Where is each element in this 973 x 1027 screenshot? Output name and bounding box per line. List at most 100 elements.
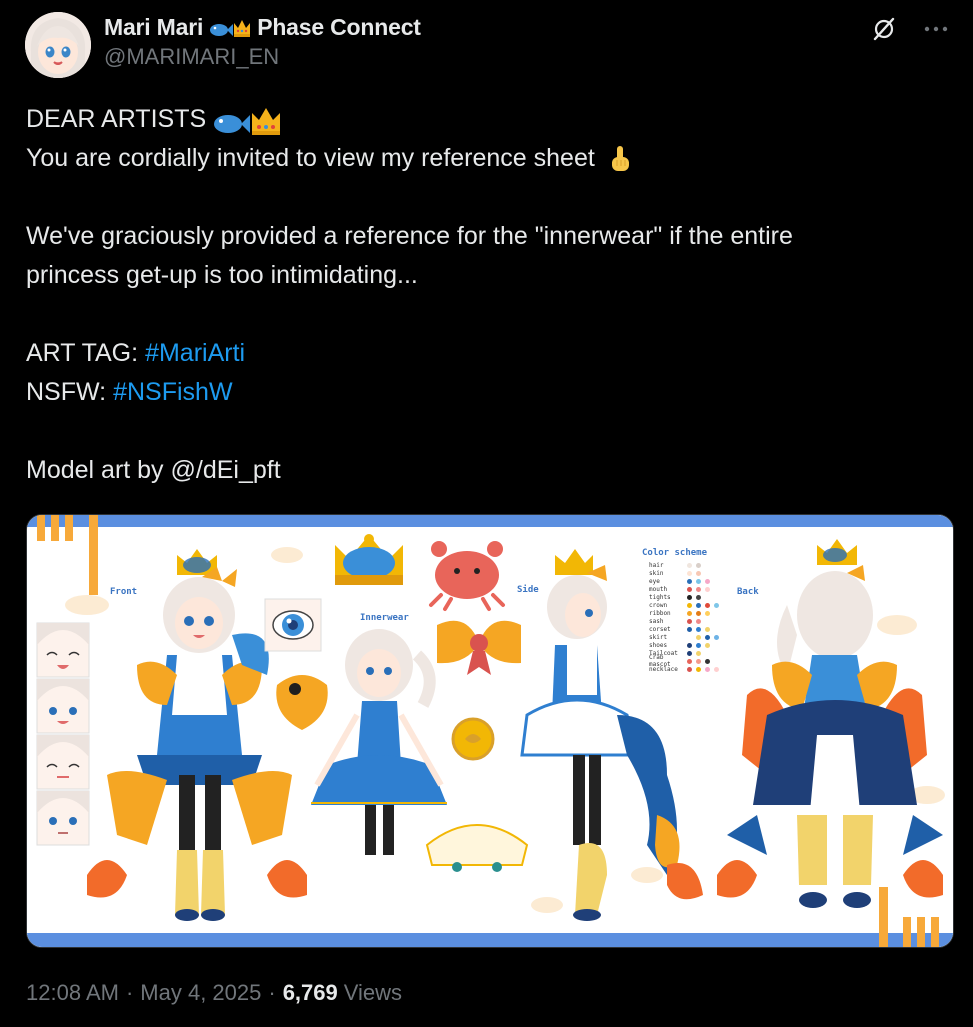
palette-swatch [687, 610, 692, 616]
palette-swatch [687, 562, 692, 568]
palette-name: sash [649, 617, 664, 625]
headline-text: DEAR ARTISTS [26, 105, 207, 133]
palette-swatch [687, 586, 692, 592]
palette-swatch [687, 578, 692, 584]
tweet-meta: 12:08 AM · May 4, 2025 · 6,769 Views [26, 980, 402, 1006]
palette-swatch [687, 658, 692, 664]
palette-row: Crab mascot [649, 654, 719, 668]
invite-text: You are cordially invited to view my ref… [26, 144, 595, 172]
palette-swatch [705, 602, 710, 608]
palette-name: eye [649, 577, 660, 585]
media-image[interactable]: Front Innerwear Side Back Color scheme h… [26, 514, 954, 948]
palette-swatch [705, 578, 710, 584]
text-line-2: You are cordially invited to view my ref… [26, 139, 946, 178]
side-label: Side [517, 585, 539, 595]
palette-swatch [696, 618, 701, 624]
views-label: Views [343, 980, 403, 1005]
palette-swatch [705, 642, 710, 648]
palette-row: eye [649, 577, 719, 585]
palette-swatch [696, 626, 701, 632]
palette-name: shoes [649, 641, 668, 649]
palette-swatch [705, 634, 710, 640]
more-options-icon[interactable] [921, 14, 951, 44]
author-info: Mari Mari Phase Connect @MARIMARI_EN [104, 12, 421, 70]
tweet-card: Mari Mari Phase Connect @MARIMARI_EN DEA… [0, 0, 973, 1027]
art-tag-label: ART TAG: [26, 339, 139, 367]
avatar-image [25, 12, 91, 78]
palette-swatch [687, 634, 692, 640]
nsfw-label: NSFW: [26, 378, 107, 406]
grok-icon[interactable] [869, 14, 899, 44]
palette-swatch [696, 602, 701, 608]
palette-swatch [696, 658, 701, 664]
palette-row: hair [649, 561, 719, 569]
front-label: Front [110, 587, 138, 597]
back-label: Back [737, 587, 759, 597]
text-line-4: princess get-up is too intimidating... [26, 256, 946, 295]
palette-swatch [687, 594, 692, 600]
timestamp-date[interactable]: May 4, 2025 [140, 980, 261, 1006]
credit-line: Model art by @/dEi_pft [26, 451, 946, 490]
timestamp-time[interactable]: 12:08 AM [26, 980, 119, 1006]
palette-row: corset [649, 625, 719, 633]
palette-name: skirt [649, 633, 668, 641]
palette-row: skirt [649, 633, 719, 641]
palette-swatch [696, 570, 701, 576]
palette-swatch [705, 626, 710, 632]
palette-swatch [696, 610, 701, 616]
palette-swatch [687, 666, 692, 672]
palette-swatch [696, 642, 701, 648]
art-tag-hashtag[interactable]: #MariArti [145, 334, 245, 373]
display-name[interactable]: Mari Mari [104, 14, 203, 41]
palette-swatch [687, 570, 692, 576]
palette-name: skin [649, 569, 664, 577]
palette-name: mouth [649, 585, 668, 593]
org-name[interactable]: Phase Connect [257, 14, 421, 41]
palette-swatch [687, 626, 692, 632]
fish-crown-emoji-icon [210, 103, 284, 137]
palette-swatch [705, 650, 710, 656]
model-art-credit: Model art by @/dEi_pft [26, 456, 281, 484]
palette-swatch [696, 594, 701, 600]
palette-row: shoes [649, 641, 719, 649]
tweet-text: DEAR ARTISTS You are cordially invited t… [26, 100, 946, 490]
palette-row: crown [649, 601, 719, 609]
palette-name: tights [649, 593, 671, 601]
color-scheme-palette: hair skin eye mouth tights crown ribbon sash cor… [649, 561, 719, 673]
palette-swatch [696, 578, 701, 584]
art-tag-line: ART TAG: #MariArti [26, 334, 946, 373]
palette-row: ribbon [649, 609, 719, 617]
separator-dot: · [268, 980, 276, 1005]
display-name-row[interactable]: Mari Mari Phase Connect [104, 12, 421, 42]
text-line-3: We've graciously provided a reference fo… [26, 217, 946, 256]
views-count: 6,769 [282, 980, 338, 1005]
avatar[interactable] [25, 12, 91, 78]
palette-swatch [696, 634, 701, 640]
palette-swatch [714, 602, 719, 608]
nsfw-tag-line: NSFW: #NSFishW [26, 373, 946, 412]
palette-row: sash [649, 617, 719, 625]
palette-swatch [687, 650, 692, 656]
palette-swatch [705, 658, 710, 664]
palette-swatch [696, 586, 701, 592]
innerwear-text: We've graciously provided a reference fo… [26, 222, 793, 250]
palette-name: corset [649, 625, 671, 633]
palette-name: hair [649, 561, 664, 569]
intimidating-text: princess get-up is too intimidating... [26, 261, 418, 289]
palette-row: mouth [649, 585, 719, 593]
palette-swatch [696, 562, 701, 568]
palette-swatch [714, 666, 719, 672]
separator-dot: · [125, 980, 134, 1005]
palette-swatch [687, 602, 692, 608]
innerwear-label: Innerwear [360, 613, 409, 623]
nsfw-hashtag[interactable]: #NSFishW [113, 373, 232, 412]
palette-row: tights [649, 593, 719, 601]
pointing-up-emoji-icon [607, 144, 633, 174]
handle[interactable]: @MARIMARI_EN [104, 44, 421, 70]
palette-swatch [696, 650, 701, 656]
reference-sheet-artwork [27, 515, 953, 947]
palette-swatch [696, 666, 701, 672]
